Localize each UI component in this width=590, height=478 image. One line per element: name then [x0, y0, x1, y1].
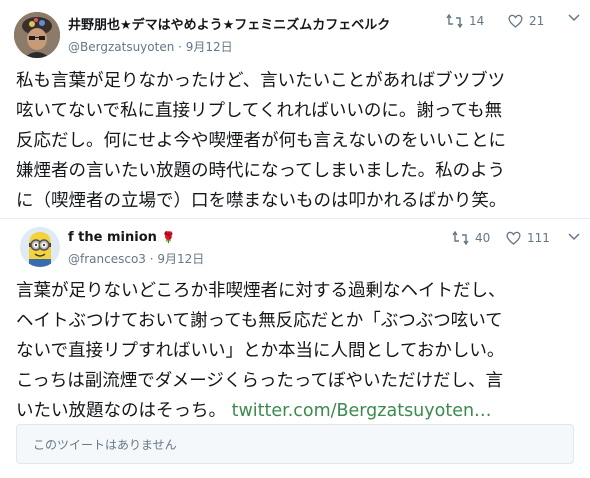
quoted-tweet-link[interactable]: twitter.com/Bergzatsuyoten…: [232, 401, 492, 421]
tweet-text-fragment: いたい放題なのはそっち。: [16, 401, 226, 421]
chevron-down-icon: [568, 14, 580, 22]
user-avatar[interactable]: [20, 227, 60, 267]
tweet-text-line: 嫌煙者の言いたい放題の時代になってしまいました。私のよう: [16, 161, 506, 181]
user-handle-date[interactable]: @Bergzatsuyoten · 9月12日: [68, 38, 233, 55]
tweet-text-line: 私も言葉が足りなかったけど、言いたいことがあればブツブツ: [16, 71, 506, 91]
tweet-text-line: 反応だし。何にせよ今や喫煙者が何も言えないのをいいことに: [16, 131, 506, 151]
rose-icon: 🌹: [161, 231, 176, 244]
unavailable-tweet-text: このツイートはありません: [33, 438, 177, 452]
tweet-text-line: ヘイトぶつけておいて謝っても無反応だとか「ぶつぶつ呟いて: [16, 311, 503, 331]
tweet-text-line: 呟いてないで私に直接リプしてくれればいいのに。謝っても無: [16, 101, 503, 121]
like-count: 21: [529, 14, 545, 28]
user-display-name[interactable]: 井野朋也★デマはやめよう★フェミニズムカフェベルク: [68, 14, 390, 33]
unavailable-tweet-card: このツイートはありません: [16, 424, 574, 464]
like-count: 111: [527, 231, 550, 245]
user-handle-date[interactable]: @francesco3 · 9月12日: [68, 250, 204, 267]
tweet-text: 私も言葉が足りなかったけど、言いたいことがあればブツブツ 呟いてないで私に直接リ…: [16, 66, 506, 216]
retweet-count: 40: [475, 231, 491, 245]
like-button[interactable]: 111: [506, 231, 550, 245]
tweet-text-line: こっちは副流煙でダメージくらったってぼやいただけだし、言: [16, 371, 504, 391]
more-options-button[interactable]: [568, 233, 580, 241]
retweet-button[interactable]: 14: [446, 14, 484, 28]
tweet-date[interactable]: 9月12日: [157, 252, 204, 266]
tweet-text-line: に（喫煙者の立場で）口を噤まないものは叩かれるばかり笑。: [16, 191, 507, 211]
more-options-button[interactable]: [568, 14, 580, 22]
user-handle[interactable]: @Bergzatsuyoten: [68, 40, 174, 54]
retweet-count: 14: [469, 14, 485, 28]
user-display-name[interactable]: f the minion 🌹: [68, 230, 175, 245]
user-handle[interactable]: @francesco3: [68, 252, 146, 266]
heart-icon: [508, 14, 523, 28]
user-display-name-text[interactable]: f the minion: [68, 230, 157, 245]
tweet-text: 言葉が足りないどころか非喫煙者に対する過剰なヘイトだし、 ヘイトぶつけておいて謝…: [16, 276, 505, 426]
tweet-text-line: ないで直接リプすればいい」とか本当に人間としておかしい。: [16, 341, 505, 361]
tweet-text-line: 言葉が足りないどころか非喫煙者に対する過剰なヘイトだし、: [16, 281, 506, 301]
retweet-icon: [452, 231, 469, 245]
chevron-down-icon: [568, 233, 580, 241]
retweet-button[interactable]: 40: [452, 231, 490, 245]
separator-dot: ·: [178, 40, 186, 54]
like-button[interactable]: 21: [508, 14, 544, 28]
tweet-quoted-original: 井野朋也★デマはやめよう★フェミニズムカフェベルク @Bergzatsuyote…: [0, 0, 590, 218]
retweet-icon: [446, 14, 463, 28]
tweet-date[interactable]: 9月12日: [186, 40, 233, 54]
user-avatar[interactable]: [14, 12, 60, 58]
tweet-text-line: いたい放題なのはそっち。 twitter.com/Bergzatsuyoten…: [16, 396, 505, 426]
heart-icon: [506, 231, 521, 245]
